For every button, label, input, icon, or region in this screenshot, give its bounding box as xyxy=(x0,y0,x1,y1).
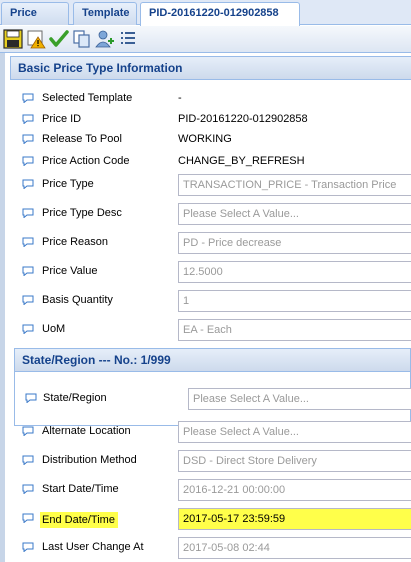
last-user-change-field[interactable]: 2017-05-08 02:44 xyxy=(178,537,411,559)
tab-label: Template xyxy=(82,7,130,19)
release-to-pool-row: Release To Pool WORKING xyxy=(14,129,411,151)
panel-title: Basic Price Type Information xyxy=(10,56,411,80)
last-user-change-row: Last User Change At 2017-05-08 02:44 xyxy=(14,537,411,559)
tab-bar: Price Type Template PID-20161220-0129028… xyxy=(0,0,411,40)
info-bubble-icon[interactable] xyxy=(22,295,34,305)
price-value-row: Price Value 12.5000 xyxy=(14,261,411,283)
state-region-row: State/Region Please Select A Value... xyxy=(25,388,411,410)
info-bubble-icon[interactable] xyxy=(22,513,34,523)
info-bubble-icon[interactable] xyxy=(22,324,34,334)
field-label: Start Date/Time xyxy=(42,483,119,495)
basis-quantity-field[interactable]: 1 xyxy=(178,290,411,312)
price-value-field[interactable]: 12.5000 xyxy=(178,261,411,283)
tab-label: PID-20161220-012902858 xyxy=(149,7,279,19)
selected-template-row: Selected Template - xyxy=(14,88,411,110)
field-label: State/Region xyxy=(43,392,107,404)
field-label: Basis Quantity xyxy=(42,294,113,306)
price-reason-row: Price Reason PD - Price decrease xyxy=(14,232,411,254)
info-bubble-icon[interactable] xyxy=(22,484,34,494)
state-region-select[interactable]: Please Select A Value... xyxy=(188,388,411,410)
info-bubble-icon[interactable] xyxy=(22,542,34,552)
info-bubble-icon[interactable] xyxy=(22,179,34,189)
price-type-desc-select[interactable]: Please Select A Value... xyxy=(178,203,411,225)
field-label: Distribution Method xyxy=(42,454,137,466)
field-label: UoM xyxy=(42,323,66,335)
info-bubble-icon[interactable] xyxy=(22,114,34,124)
tab-template[interactable]: Template xyxy=(73,2,137,25)
field-label: Price ID xyxy=(42,113,82,125)
checkmark-icon[interactable] xyxy=(49,29,69,49)
price-reason-field[interactable]: PD - Price decrease xyxy=(178,232,411,254)
field-label: Price Type Desc xyxy=(42,207,122,219)
distribution-method-field[interactable]: DSD - Direct Store Delivery xyxy=(178,450,411,472)
price-action-code-row: Price Action Code CHANGE_BY_REFRESH xyxy=(14,151,411,173)
info-bubble-icon[interactable] xyxy=(22,426,34,436)
price-type-desc-row: Price Type Desc Please Select A Value... xyxy=(14,203,411,225)
field-label: Price Type xyxy=(42,178,94,190)
state-region-section-body: State/Region Please Select A Value... xyxy=(14,372,411,426)
distribution-method-row: Distribution Method DSD - Direct Store D… xyxy=(14,450,411,472)
price-action-code-value: CHANGE_BY_REFRESH xyxy=(178,155,305,167)
uom-field[interactable]: EA - Each xyxy=(178,319,411,341)
price-type-row: Price Type TRANSACTION_PRICE - Transacti… xyxy=(14,174,411,196)
field-label: End Date/Time xyxy=(40,512,118,528)
field-label: Alternate Location xyxy=(42,425,131,437)
start-datetime-field[interactable]: 2016-12-21 00:00:00 xyxy=(178,479,411,501)
field-label: Last User Change At xyxy=(42,541,144,553)
warning-icon[interactable] xyxy=(26,29,46,49)
info-bubble-icon[interactable] xyxy=(22,237,34,247)
info-bubble-icon[interactable] xyxy=(22,156,34,166)
start-datetime-row: Start Date/Time 2016-12-21 00:00:00 xyxy=(14,479,411,501)
end-datetime-row: End Date/Time 2017-05-17 23:59:59 xyxy=(14,508,411,530)
release-to-pool-value: WORKING xyxy=(178,133,232,145)
info-bubble-icon[interactable] xyxy=(25,393,37,403)
info-bubble-icon[interactable] xyxy=(22,93,34,103)
info-bubble-icon[interactable] xyxy=(22,208,34,218)
info-bubble-icon[interactable] xyxy=(22,266,34,276)
tab-price-id[interactable]: PID-20161220-012902858 ✕ xyxy=(140,2,300,39)
selected-template-value: - xyxy=(178,92,182,104)
field-label: Release To Pool xyxy=(42,133,122,145)
field-label: Price Value xyxy=(42,265,98,277)
copy-icon[interactable] xyxy=(72,29,92,49)
state-region-section-title: State/Region --- No.: 1/999 xyxy=(14,348,411,372)
field-label: Price Action Code xyxy=(42,155,130,167)
toolbar xyxy=(0,26,411,53)
uom-row: UoM EA - Each xyxy=(14,319,411,341)
alternate-location-row: Alternate Location Please Select A Value… xyxy=(14,421,411,443)
end-datetime-field[interactable]: 2017-05-17 23:59:59 xyxy=(178,508,411,530)
tab-price-type[interactable]: Price Type xyxy=(1,2,69,40)
info-bubble-icon[interactable] xyxy=(22,134,34,144)
list-icon[interactable] xyxy=(118,29,138,49)
field-label: Price Reason xyxy=(42,236,109,248)
price-type-field[interactable]: TRANSACTION_PRICE - Transaction Price xyxy=(178,174,411,196)
add-user-icon[interactable] xyxy=(95,29,115,49)
price-id-row: Price ID PID-20161220-012902858 xyxy=(14,109,411,131)
alternate-location-select[interactable]: Please Select A Value... xyxy=(178,421,411,443)
save-icon[interactable] xyxy=(3,29,23,49)
field-label: Selected Template xyxy=(42,92,133,104)
info-bubble-icon[interactable] xyxy=(22,455,34,465)
price-id-value: PID-20161220-012902858 xyxy=(178,113,308,125)
basis-quantity-row: Basis Quantity 1 xyxy=(14,290,411,312)
